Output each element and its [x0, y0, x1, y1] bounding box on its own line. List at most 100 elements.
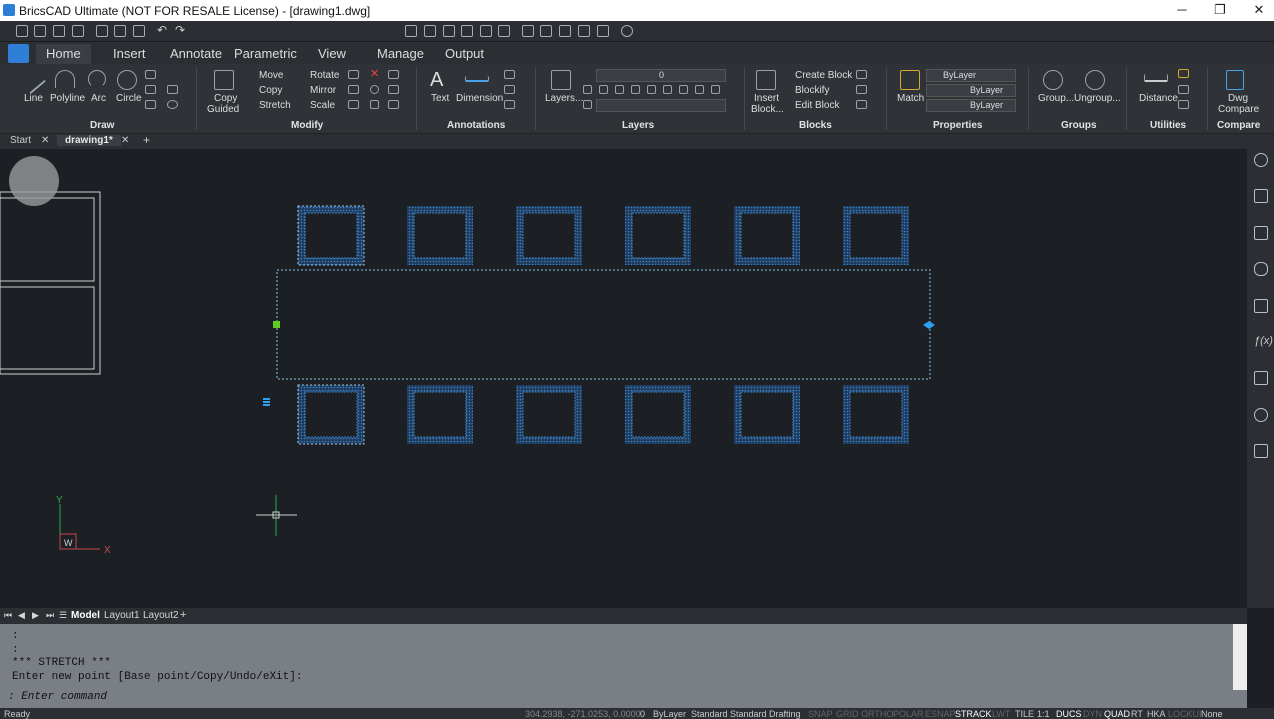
chair[interactable]: [516, 385, 582, 444]
prev-layout-icon[interactable]: ◀: [18, 610, 25, 621]
copy-button[interactable]: Copy: [214, 93, 237, 104]
toggle-hka[interactable]: HKA: [1147, 709, 1166, 719]
image-icon[interactable]: [597, 25, 609, 37]
toggle-ducs[interactable]: DUCS: [1056, 709, 1082, 719]
chair[interactable]: [843, 385, 909, 444]
calculator-icon[interactable]: [578, 25, 590, 37]
status-workspace[interactable]: Drafting: [769, 709, 801, 719]
redo-icon[interactable]: ↷: [175, 23, 187, 37]
circle-button[interactable]: Circle: [116, 93, 142, 104]
region-icon[interactable]: [167, 85, 178, 94]
drawing-canvas[interactable]: X Y W: [0, 149, 1247, 608]
drawing-svg[interactable]: X Y W: [0, 149, 1247, 608]
scale-button[interactable]: Scale: [310, 100, 335, 111]
attachments-icon[interactable]: [1254, 262, 1268, 276]
layer-tool-icon[interactable]: [461, 25, 473, 37]
cloud-icon[interactable]: [1254, 408, 1268, 422]
first-layout-icon[interactable]: ⏮: [4, 610, 12, 621]
layer-tool-icon[interactable]: [679, 85, 688, 94]
block-tool-icon[interactable]: [856, 85, 867, 94]
grip-stretch-handle[interactable]: [923, 321, 935, 329]
block-tool-icon[interactable]: [856, 70, 867, 79]
new-tab-button[interactable]: +: [143, 133, 150, 147]
layer-tool-icon[interactable]: [663, 85, 672, 94]
status-color[interactable]: ByLayer: [653, 709, 686, 719]
next-layout-icon[interactable]: ▶: [32, 610, 39, 621]
text-button[interactable]: Text: [431, 93, 449, 104]
layers-icon[interactable]: [551, 70, 571, 90]
multileader-icon[interactable]: [504, 85, 515, 94]
join-icon[interactable]: [388, 85, 399, 94]
edit-block-button[interactable]: Edit Block: [795, 100, 839, 111]
toggle-tile[interactable]: TILE: [1015, 709, 1034, 719]
parameters-icon[interactable]: ƒ(x): [1254, 335, 1273, 349]
eraser-icon[interactable]: [540, 25, 552, 37]
match-icon[interactable]: [900, 70, 920, 90]
arc-icon[interactable]: [88, 70, 106, 88]
polygon-icon[interactable]: [145, 85, 156, 94]
copy-guided-icon[interactable]: [214, 70, 234, 90]
properties-panel-icon[interactable]: [1254, 189, 1268, 203]
block-label[interactable]: Block...: [751, 104, 784, 115]
dimension-icon[interactable]: [465, 76, 489, 82]
hatch-panel-icon[interactable]: [1254, 299, 1268, 313]
layer-tool-icon[interactable]: [405, 25, 417, 37]
polyline-button[interactable]: Polyline: [50, 93, 85, 104]
line-icon[interactable]: [17, 65, 47, 95]
chair[interactable]: [297, 384, 365, 445]
table-icon[interactable]: [504, 100, 515, 109]
rectangle-icon[interactable]: [145, 70, 156, 79]
table[interactable]: [276, 269, 931, 380]
ungroup-icon[interactable]: [1085, 70, 1105, 90]
grip-handle[interactable]: [263, 401, 270, 403]
new-icon[interactable]: [16, 25, 28, 37]
layer-tool-icon[interactable]: [631, 85, 640, 94]
layer-tool-icon[interactable]: [599, 85, 608, 94]
layer-tool-icon[interactable]: [424, 25, 436, 37]
distance-icon[interactable]: [1144, 74, 1168, 82]
tab-drawing1[interactable]: drawing1*: [57, 135, 121, 146]
grip-handle[interactable]: [263, 404, 270, 406]
extend-icon[interactable]: [370, 100, 379, 109]
stretch-button[interactable]: Stretch: [259, 100, 291, 111]
color-dropdown[interactable]: ByLayer: [926, 69, 1016, 82]
quick-select-icon[interactable]: [1178, 100, 1189, 109]
layer-tool-icon[interactable]: [583, 100, 592, 109]
delete-icon[interactable]: ✕: [370, 69, 379, 80]
chair[interactable]: [516, 206, 582, 265]
polyline-icon[interactable]: [55, 70, 75, 88]
grip-handle[interactable]: [273, 321, 280, 328]
create-block-button[interactable]: Create Block: [795, 70, 852, 81]
last-layout-icon[interactable]: ⏭: [46, 610, 54, 621]
copy-small-button[interactable]: Copy: [259, 85, 282, 96]
mirror-button[interactable]: Mirror: [310, 85, 336, 96]
tab-layout1[interactable]: Layout1: [104, 610, 140, 621]
distance-button[interactable]: Distance: [1139, 93, 1178, 104]
layer-tool-icon[interactable]: [695, 85, 704, 94]
chair[interactable]: [734, 385, 800, 444]
tab-output[interactable]: Output: [445, 46, 484, 61]
chair[interactable]: [297, 205, 365, 266]
close-button[interactable]: ✕: [1249, 2, 1269, 18]
toggle-snap[interactable]: SNAP: [808, 709, 833, 719]
print-icon[interactable]: [96, 25, 108, 37]
structure-icon[interactable]: [1254, 371, 1268, 385]
layers-button[interactable]: Layers...: [545, 93, 583, 104]
match-button[interactable]: Match: [897, 93, 924, 104]
annotation-scale[interactable]: 1:1: [1037, 709, 1050, 719]
chair[interactable]: [407, 385, 473, 444]
fillet-icon[interactable]: [348, 85, 359, 94]
blockify-button[interactable]: Blockify: [795, 85, 829, 96]
select-icon[interactable]: [1178, 85, 1189, 94]
tab-view[interactable]: View: [318, 46, 346, 61]
undo-icon[interactable]: ↶: [157, 23, 169, 37]
layer-tool-icon[interactable]: [480, 25, 492, 37]
toggle-strack[interactable]: STRACK: [955, 709, 992, 719]
measure-icon[interactable]: [1178, 69, 1189, 78]
tab-layout2[interactable]: Layout2: [143, 610, 179, 621]
command-scrollbar[interactable]: [1233, 624, 1247, 690]
tab-manage[interactable]: Manage: [377, 46, 424, 61]
lineweight-dropdown[interactable]: ByLayer: [926, 99, 1016, 112]
explode-icon[interactable]: [388, 70, 399, 79]
circle-icon[interactable]: [117, 70, 137, 90]
